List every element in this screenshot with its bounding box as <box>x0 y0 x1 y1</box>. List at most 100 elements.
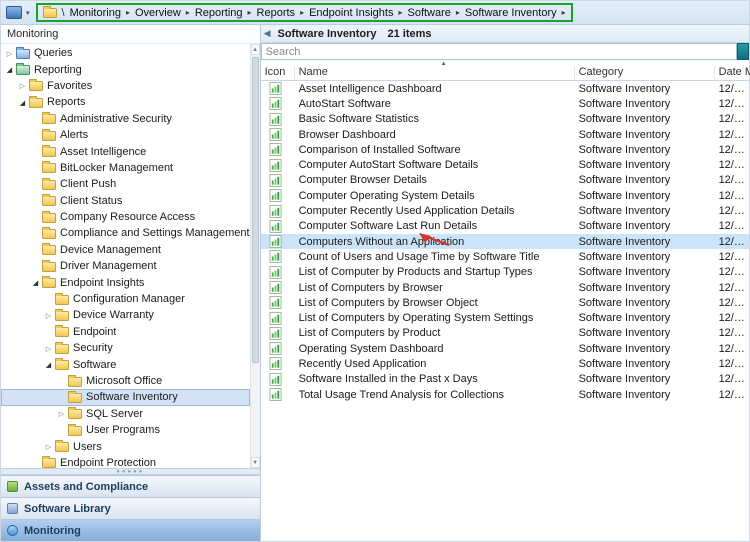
scrollbar-up-icon[interactable]: ▲ <box>251 44 260 55</box>
breadcrumb-segment-label: Software <box>407 7 450 19</box>
column-header[interactable]: Name <box>295 66 575 80</box>
breadcrumb-chevron-icon[interactable]: ▸ <box>186 8 190 17</box>
expander-icon[interactable] <box>17 80 28 91</box>
table-row[interactable]: List of Computers by Browser Software In… <box>261 280 749 295</box>
scrollbar-down-icon[interactable]: ▼ <box>251 457 260 468</box>
expander-icon[interactable] <box>4 64 15 75</box>
breadcrumb-segment[interactable]: Overview ▸ <box>135 7 190 19</box>
tree-item-label: Alerts <box>60 129 88 141</box>
tree-item[interactable]: SQL Server <box>1 406 250 422</box>
report-icon <box>261 342 295 355</box>
breadcrumb-chevron-icon[interactable]: ▸ <box>126 8 130 17</box>
table-row[interactable]: AutoStart Software Software Inventory 12… <box>261 96 749 111</box>
tree-wrap: Queries Reporting Favorites <box>1 44 260 468</box>
table-row[interactable]: List of Computer by Products and Startup… <box>261 265 749 280</box>
breadcrumb-segment[interactable]: Reporting ▸ <box>195 7 252 19</box>
workspace-button[interactable]: Monitoring <box>1 519 260 541</box>
expander-icon[interactable] <box>30 277 41 288</box>
tree-item-label: Asset Intelligence <box>60 146 146 158</box>
tree-item[interactable]: Compliance and Settings Management <box>1 225 250 241</box>
expander-icon[interactable] <box>43 310 54 321</box>
tree-item[interactable]: User Programs <box>1 422 250 438</box>
tree-item[interactable]: Microsoft Office <box>1 373 250 389</box>
table-row[interactable]: Computers Without an Application Softwar… <box>261 234 749 249</box>
tree-item[interactable]: Software Inventory <box>1 389 250 405</box>
tree-item[interactable]: Queries <box>1 45 250 61</box>
breadcrumb-chevron-icon[interactable]: ▸ <box>562 8 566 17</box>
table-row[interactable]: Computer AutoStart Software Details Soft… <box>261 157 749 172</box>
breadcrumb-segment[interactable]: Software Inventory ▸ <box>465 7 566 19</box>
expander-icon[interactable] <box>4 48 15 59</box>
expander-icon[interactable] <box>43 441 54 452</box>
tree-item[interactable]: Client Push <box>1 176 250 192</box>
breadcrumb-bar: ▾ \ Monitoring ▸ Overview ▸ Reporting ▸ <box>1 1 749 25</box>
tree-item[interactable]: Endpoint Insights <box>1 274 250 290</box>
tree-item[interactable]: Device Warranty <box>1 307 250 323</box>
report-category: Software Inventory <box>575 220 715 232</box>
expander-icon[interactable] <box>43 359 54 370</box>
table-row[interactable]: Comparison of Installed Software Softwar… <box>261 142 749 157</box>
tree-item[interactable]: Configuration Manager <box>1 291 250 307</box>
report-category: Software Inventory <box>575 312 715 324</box>
tree-item[interactable]: Client Status <box>1 193 250 209</box>
tree-item[interactable]: Device Management <box>1 242 250 258</box>
column-header[interactable]: Category <box>575 66 715 80</box>
breadcrumb-segment[interactable]: Monitoring ▸ <box>70 7 130 19</box>
tree-item[interactable]: Alerts <box>1 127 250 143</box>
tree-item[interactable]: Reporting <box>1 61 250 77</box>
expander-icon[interactable] <box>56 408 67 419</box>
tree-item[interactable]: Favorites <box>1 78 250 94</box>
workspace-button[interactable]: Assets and Compliance <box>1 475 260 497</box>
column-header[interactable]: Date Modified <box>715 66 750 80</box>
application-menu-caret-icon[interactable]: ▾ <box>26 9 30 17</box>
table-row[interactable]: Total Usage Trend Analysis for Collectio… <box>261 387 749 402</box>
tree-item[interactable]: Driver Management <box>1 258 250 274</box>
tree-item[interactable]: Asset Intelligence <box>1 143 250 159</box>
scrollbar-track[interactable] <box>251 55 260 457</box>
table-row[interactable]: Computer Recently Used Application Detai… <box>261 203 749 218</box>
expander-icon[interactable] <box>17 97 28 108</box>
table-row[interactable]: Software Installed in the Past x Days So… <box>261 372 749 387</box>
tree-item[interactable]: Company Resource Access <box>1 209 250 225</box>
breadcrumb-segment[interactable]: Reports ▸ <box>257 7 305 19</box>
table-row[interactable]: Browser Dashboard Software Inventory 12/… <box>261 127 749 142</box>
breadcrumb-segment[interactable]: Software ▸ <box>407 7 459 19</box>
table-row[interactable]: Asset Intelligence Dashboard Software In… <box>261 81 749 96</box>
application-menu-icon[interactable] <box>6 6 22 19</box>
breadcrumb-chevron-icon[interactable]: ▸ <box>300 8 304 17</box>
table-row[interactable]: Recently Used Application Software Inven… <box>261 356 749 371</box>
table-row[interactable]: Computer Operating System Details Softwa… <box>261 188 749 203</box>
search-button[interactable] <box>737 43 749 60</box>
breadcrumb-chevron-icon[interactable]: ▸ <box>456 8 460 17</box>
tree-item[interactable]: BitLocker Management <box>1 160 250 176</box>
collapse-navigation-icon[interactable]: ◀ <box>264 29 271 38</box>
tree-item[interactable]: Security <box>1 340 250 356</box>
search-input[interactable] <box>261 43 737 60</box>
table-row[interactable]: List of Computers by Browser Object Soft… <box>261 295 749 310</box>
tree-item[interactable]: Administrative Security <box>1 111 250 127</box>
column-header[interactable]: Icon <box>261 66 295 80</box>
breadcrumb-chevron-icon[interactable]: ▸ <box>398 8 402 17</box>
folder-icon <box>42 196 56 206</box>
breadcrumb-segment[interactable]: Endpoint Insights ▸ <box>309 7 402 19</box>
table-row[interactable]: List of Computers by Operating System Se… <box>261 310 749 325</box>
sort-ascending-icon[interactable]: ▲ <box>441 61 447 67</box>
tree-item[interactable]: Users <box>1 438 250 454</box>
breadcrumb-chevron-icon[interactable]: ▸ <box>248 8 252 17</box>
workspace-splitter[interactable]: ●●●●● <box>1 468 260 475</box>
tree-item[interactable]: Reports <box>1 94 250 110</box>
table-row[interactable]: Operating System Dashboard Software Inve… <box>261 341 749 356</box>
workspace-label: Assets and Compliance <box>24 481 148 493</box>
table-row[interactable]: Computer Software Last Run Details Softw… <box>261 219 749 234</box>
table-row[interactable]: Basic Software Statistics Software Inven… <box>261 112 749 127</box>
workspace-button[interactable]: Software Library <box>1 497 260 519</box>
expander-icon[interactable] <box>43 343 54 354</box>
table-row[interactable]: List of Computers by Product Software In… <box>261 326 749 341</box>
scrollbar-thumb[interactable] <box>252 57 259 363</box>
tree-item[interactable]: Endpoint Protection <box>1 455 250 468</box>
table-row[interactable]: Computer Browser Details Software Invent… <box>261 173 749 188</box>
tree-item[interactable]: Software <box>1 356 250 372</box>
tree-scrollbar[interactable]: ▲ ▼ <box>250 44 260 468</box>
tree-item[interactable]: Endpoint <box>1 324 250 340</box>
table-row[interactable]: Count of Users and Usage Time by Softwar… <box>261 249 749 264</box>
